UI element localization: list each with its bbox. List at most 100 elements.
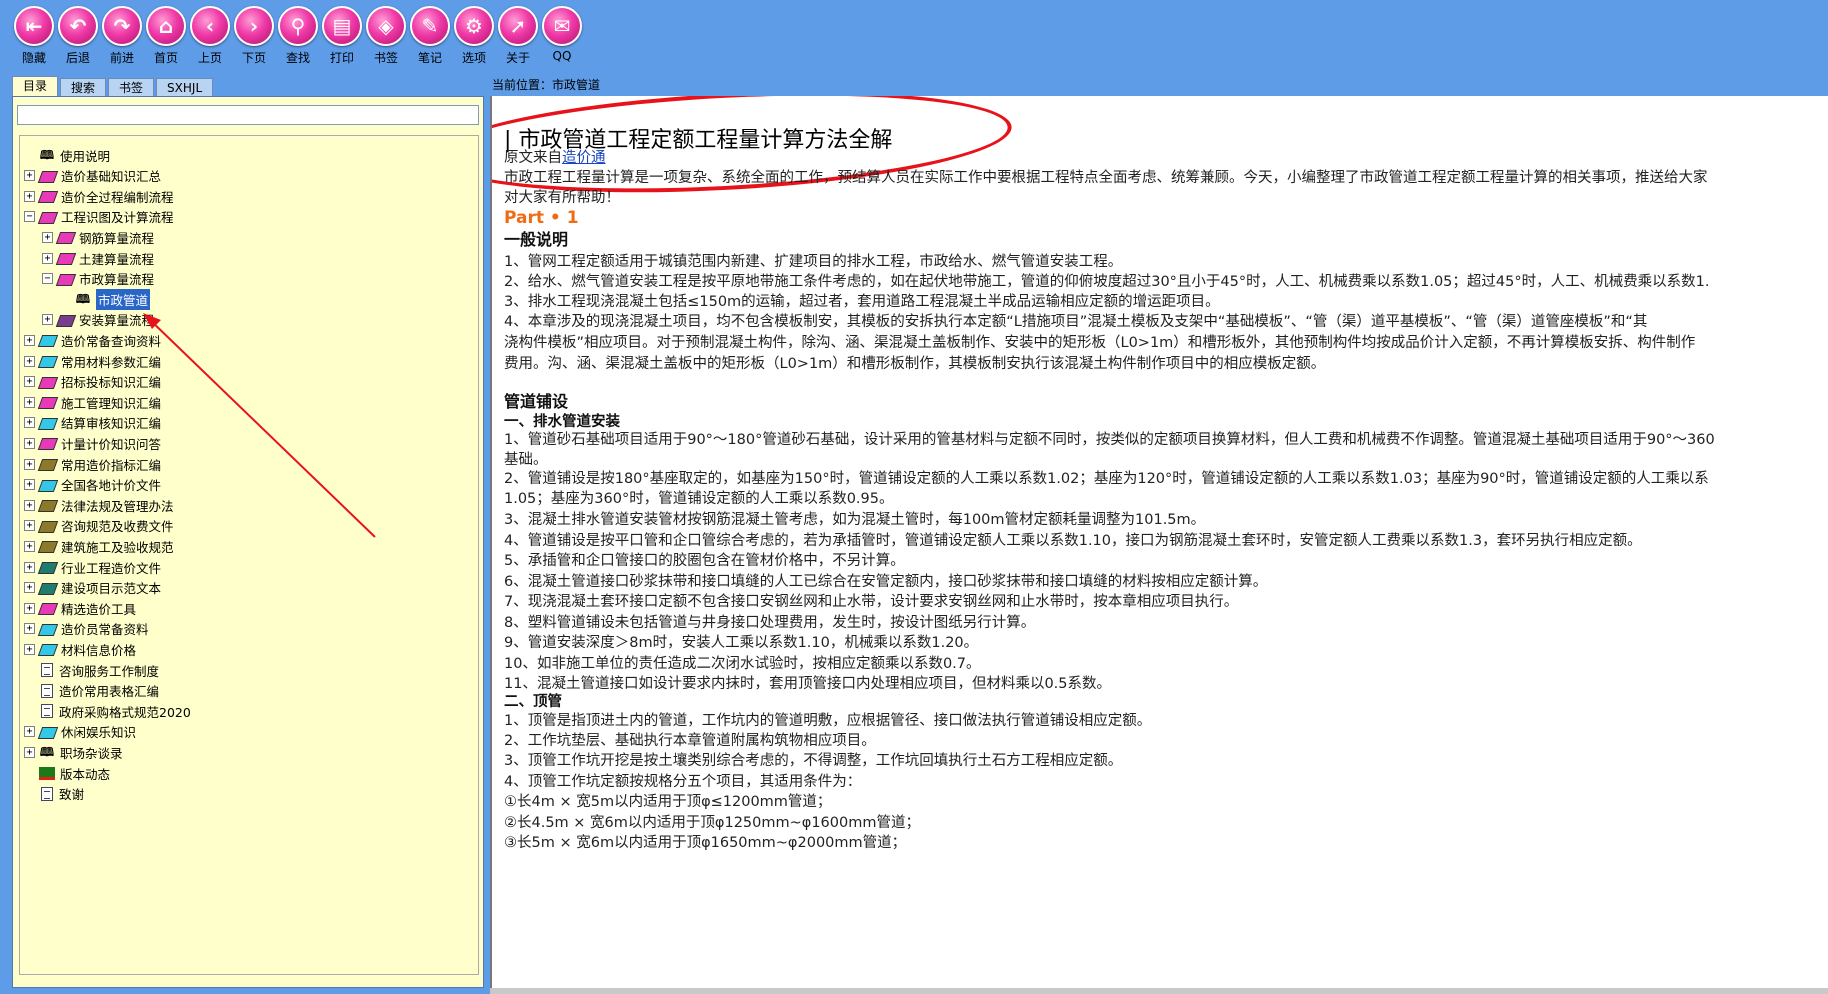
tree-item[interactable]: + 造价常备查询资料 <box>24 329 161 351</box>
book-icon <box>39 395 57 409</box>
toolbar-button-10[interactable]: ⚙ 选项 <box>452 6 496 72</box>
collapse-icon[interactable]: − <box>24 211 35 223</box>
tree-item-label: 材料信息价格 <box>61 642 137 658</box>
toolbar-button-label: 上页 <box>197 51 222 65</box>
expand-icon[interactable]: + <box>24 520 35 532</box>
tree-item[interactable]: + 土建算量流程 <box>42 247 154 269</box>
expand-icon[interactable]: + <box>24 355 35 367</box>
pipe-item-8: 8、塑料管道铺设未包括管道与井身接口处理费用，发生时，按设计图纸另行计算。 <box>504 615 1036 631</box>
tree-item[interactable]: + 造价基础知识汇总 <box>24 165 161 187</box>
book-icon <box>39 416 57 430</box>
tree-item[interactable]: + 全国各地计价文件 <box>24 474 161 496</box>
tree-item[interactable]: + 材料信息价格 <box>24 638 136 660</box>
source-link[interactable]: 造价通 <box>562 150 606 166</box>
toolbar-button-label: 后退 <box>65 51 90 65</box>
tree-item[interactable]: + 建筑施工及验收规范 <box>24 535 174 557</box>
tree-item[interactable]: + 造价员常备资料 <box>24 618 149 640</box>
expand-icon[interactable]: + <box>24 170 35 182</box>
tab-search[interactable]: 搜索 <box>60 78 107 96</box>
expand-icon[interactable]: + <box>24 746 35 758</box>
expand-icon[interactable]: + <box>24 190 35 202</box>
toolbar-button-4[interactable]: ‹ 上页 <box>188 6 232 72</box>
expand-icon[interactable]: + <box>24 499 35 511</box>
toolbar-button-1[interactable]: ↶ 后退 <box>56 6 100 72</box>
tree-item[interactable]: + 行业工程造价文件 <box>24 556 161 578</box>
toolbar-button-7[interactable]: ▤ 打印 <box>320 6 364 72</box>
expand-icon[interactable]: + <box>24 396 35 408</box>
toolbar-button-2[interactable]: ↷ 前进 <box>100 6 144 72</box>
toolbar-button-6[interactable]: ⚲ 查找 <box>276 6 320 72</box>
toolbar-button-5[interactable]: › 下页 <box>232 6 276 72</box>
expand-icon[interactable]: + <box>42 231 53 243</box>
expand-icon[interactable]: + <box>24 623 35 635</box>
pipe-item-1b: 基础。 <box>504 452 548 468</box>
pipe-item-6: 6、混凝土管道接口砂浆抹带和接口填缝的人工已综合在安管定额内，接口砂浆抹带和接口… <box>504 574 1268 590</box>
expand-icon[interactable]: + <box>24 334 35 346</box>
bottom-scrollbar[interactable] <box>490 988 1828 994</box>
next-page-icon: › <box>234 6 274 46</box>
tree-item[interactable]: − 市政算量流程 <box>42 268 154 290</box>
tree-item[interactable]: + 常用造价指标汇编 <box>24 453 161 475</box>
expand-icon[interactable]: + <box>24 437 35 449</box>
tree-item[interactable]: + 结算审核知识汇编 <box>24 412 161 434</box>
book-icon <box>57 272 75 286</box>
expand-icon[interactable]: + <box>24 643 35 655</box>
tab-contents[interactable]: 目录 <box>12 76 59 96</box>
expand-icon[interactable]: + <box>42 314 53 326</box>
toolbar-button-label: 关于 <box>505 51 530 65</box>
toolbar-button-3[interactable]: ⌂ 首页 <box>144 6 188 72</box>
tree-item[interactable]: + 精选造价工具 <box>24 597 136 619</box>
expand-icon[interactable]: + <box>24 726 35 738</box>
book-icon <box>39 189 57 203</box>
tree-item[interactable]: + 安装算量流程 <box>42 309 154 331</box>
tab-bookmarks[interactable]: 书签 <box>108 78 155 96</box>
tree-item-label: 版本动态 <box>60 766 111 782</box>
expand-icon[interactable]: + <box>24 582 35 594</box>
toolbar-button-0[interactable]: ⇤ 隐藏 <box>12 6 56 72</box>
tree-item-label: 精选造价工具 <box>61 601 137 617</box>
expand-icon[interactable]: + <box>24 458 35 470</box>
tree-item[interactable]: 版本动态 <box>24 762 110 784</box>
toolbar-button-8[interactable]: ◈ 书签 <box>364 6 408 72</box>
expand-icon[interactable]: + <box>24 561 35 573</box>
intro-line-2: 对大家有所帮助！ <box>504 190 620 206</box>
tree-item[interactable]: + 常用材料参数汇编 <box>24 350 161 372</box>
tree-item[interactable]: + 休闲娱乐知识 <box>24 721 136 743</box>
general-item-4a: 4、本章涉及的现浇混凝土项目，均不包含模板制安，其模板的安拆执行本定额“L措施项… <box>504 314 1648 330</box>
tree-item-label: 政府采购格式规范2020 <box>59 704 191 720</box>
tree-item[interactable]: + 咨询规范及收费文件 <box>24 515 174 537</box>
tree-item[interactable]: 政府采购格式规范2020 <box>24 700 191 722</box>
tree-item[interactable]: + 施工管理知识汇编 <box>24 391 161 413</box>
toolbar-button-9[interactable]: ✎ 笔记 <box>408 6 452 72</box>
book-icon <box>39 375 57 389</box>
tree-item[interactable]: + 造价全过程编制流程 <box>24 185 174 207</box>
tree-item[interactable]: 致谢 <box>24 783 84 805</box>
subsection-jacking: 二、顶管 <box>504 694 562 710</box>
expand-icon[interactable]: + <box>24 602 35 614</box>
tree-item[interactable]: 🕮 使用说明 <box>24 144 110 166</box>
tree-item[interactable]: + 🕮 职场杂谈录 <box>24 741 123 763</box>
tree-item[interactable]: 🕮 市政管道 <box>60 288 151 310</box>
tree-item[interactable]: + 计量计价知识问答 <box>24 432 161 454</box>
tree-item-label: 造价常用表格汇编 <box>59 684 160 700</box>
expand-icon[interactable]: + <box>42 252 53 264</box>
tree-search-input[interactable] <box>17 105 479 125</box>
expand-icon[interactable]: + <box>24 540 35 552</box>
tree-item[interactable]: + 钢筋算量流程 <box>42 226 154 248</box>
collapse-icon[interactable]: − <box>42 273 53 285</box>
tree-item[interactable]: + 法律法规及管理办法 <box>24 494 174 516</box>
toolbar-button-label: 隐藏 <box>21 51 46 65</box>
tree-item[interactable]: + 建设项目示范文本 <box>24 577 161 599</box>
pipe-item-4: 4、管道铺设是按平口管和企口管综合考虑的，若为承插管时，管道铺设定额人工乘以系数… <box>504 533 1642 549</box>
expand-icon[interactable]: + <box>24 479 35 491</box>
tree-item[interactable]: 造价常用表格汇编 <box>24 680 159 702</box>
expand-icon[interactable]: + <box>24 417 35 429</box>
toolbar-button-11[interactable]: ➚ 关于 <box>496 6 540 72</box>
tree-item[interactable]: − 工程识图及计算流程 <box>24 206 174 228</box>
tree-item-label: 法律法规及管理办法 <box>61 498 174 514</box>
expand-icon[interactable]: + <box>24 376 35 388</box>
tree-item[interactable]: 咨询服务工作制度 <box>24 659 159 681</box>
tab-sxhjl[interactable]: SXHJL <box>156 78 214 96</box>
tree-item[interactable]: + 招标投标知识汇编 <box>24 371 161 393</box>
toolbar-button-12[interactable]: ✉ QQ <box>540 6 584 72</box>
